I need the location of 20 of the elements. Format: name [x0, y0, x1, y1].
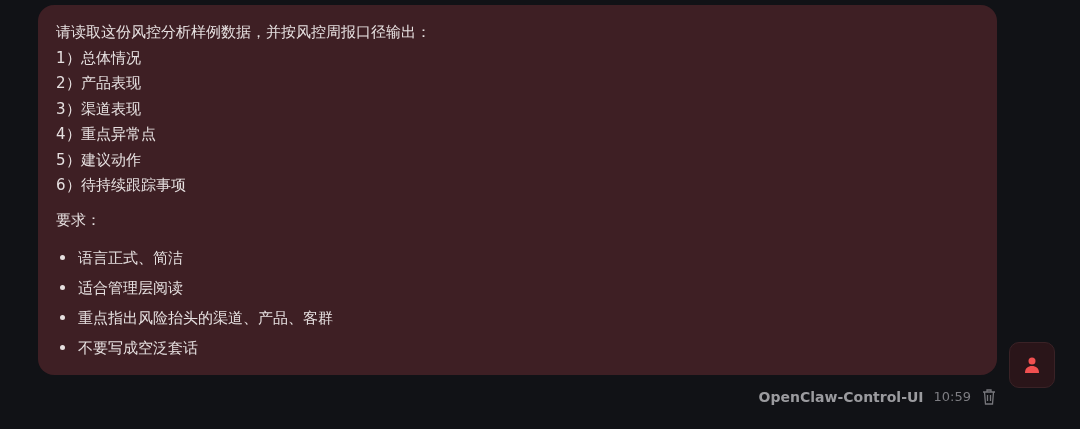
- bullet-icon: [60, 315, 65, 320]
- bullet-item: 语言正式、简洁: [78, 247, 183, 269]
- message-text: 请读取这份风控分析样例数据，并按风控周报口径输出：: [56, 22, 432, 43]
- bullet-item: 重点指出风险抬头的渠道、产品、客群: [78, 307, 333, 329]
- section-heading: 要求：: [56, 209, 102, 231]
- bullet-icon: [60, 285, 65, 290]
- list-item: 5）建议动作: [56, 149, 142, 171]
- person-icon: [1023, 355, 1041, 374]
- list-item: 1）总体情况: [56, 47, 142, 69]
- list-item: 2）产品表现: [56, 73, 142, 94]
- delete-icon[interactable]: [981, 387, 997, 406]
- sender-name: OpenClaw-Control-UI: [758, 388, 924, 405]
- bullet-icon: [60, 255, 65, 260]
- message-time: 10:59: [933, 389, 971, 404]
- bullet-item: 适合管理层阅读: [78, 277, 183, 299]
- list-item: 3）渠道表现: [56, 98, 142, 120]
- list-item: 6）待持续跟踪事项: [56, 175, 187, 196]
- bullet-icon: [60, 345, 65, 350]
- list-item: 4）重点异常点: [56, 124, 157, 145]
- bullet-item: 不要写成空泛套话: [78, 337, 198, 359]
